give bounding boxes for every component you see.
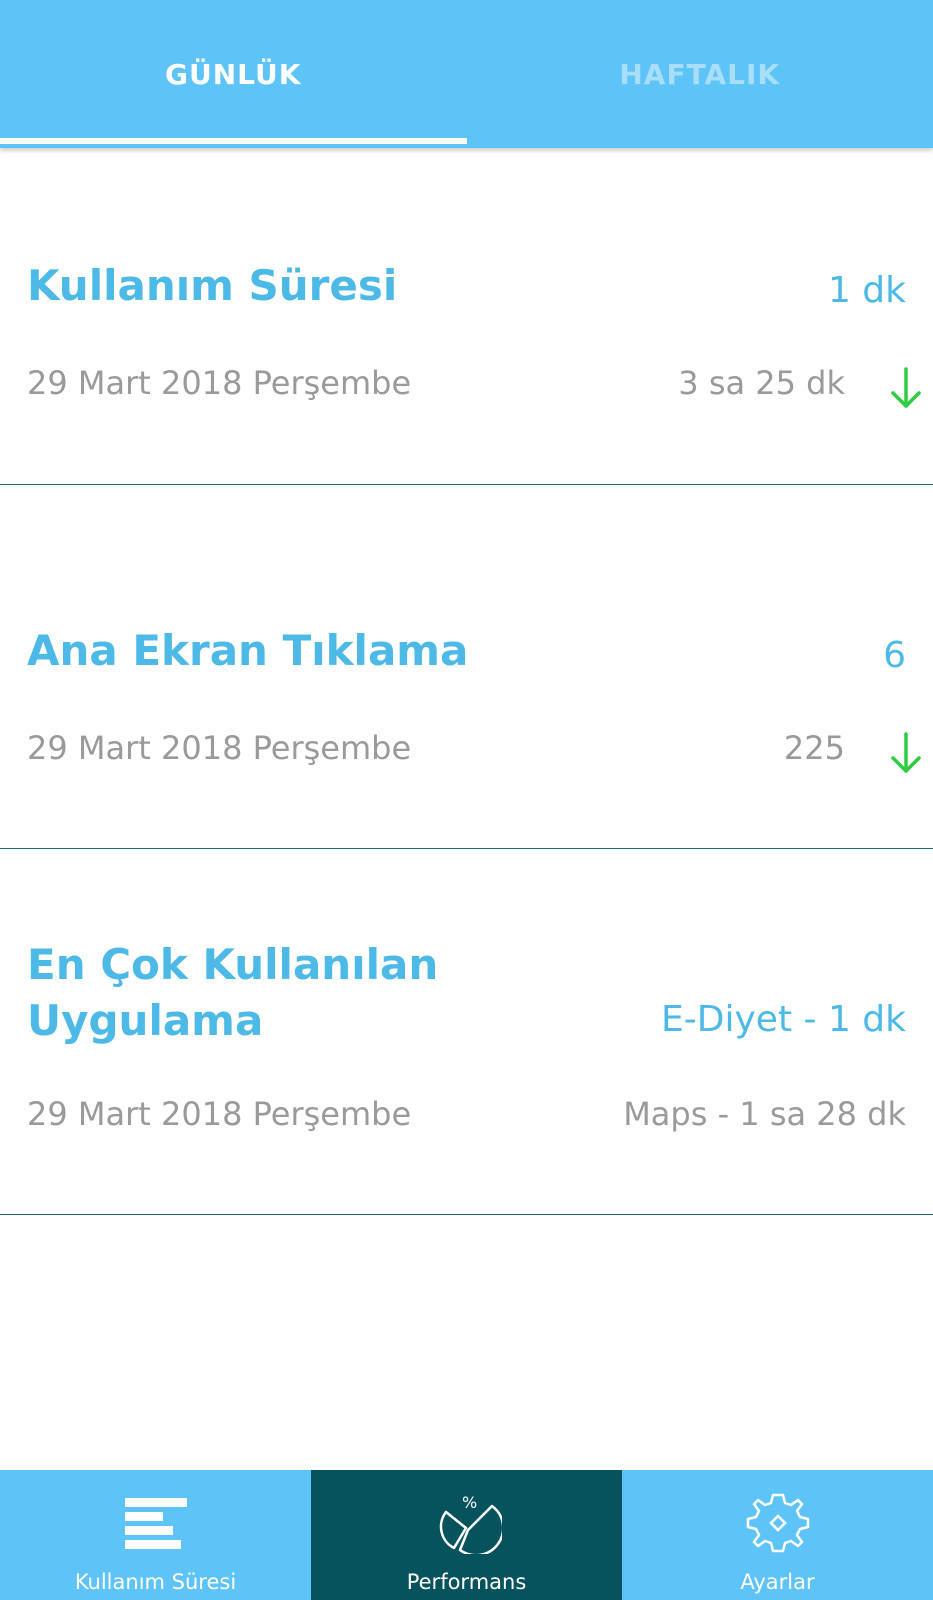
bottom-navigation: Kullanım Süresi % Performans Ayarlar [0, 1470, 933, 1600]
card-value: 1 dk [827, 270, 906, 311]
card-compare-value: Maps - 1 sa 28 dk [623, 1095, 906, 1133]
nav-label: Performans [406, 1570, 527, 1594]
nav-settings[interactable]: Ayarlar [622, 1470, 933, 1600]
arrow-down-icon [891, 367, 921, 408]
tab-daily-label: GÜNLÜK [165, 58, 302, 91]
card-value: E-Diyet - 1 dk [661, 999, 906, 1040]
pie-percent-icon: % [439, 1493, 502, 1554]
tab-weekly[interactable]: HAFTALIK [467, 0, 933, 148]
arrow-down-icon [891, 732, 921, 773]
most-used-app-card: En Çok Kullanılan Uygulama E-Diyet - 1 d… [0, 849, 933, 1215]
svg-text:%: % [462, 1493, 477, 1512]
card-date: 29 Mart 2018 Perşembe [27, 729, 412, 767]
bar-list-icon [124, 1498, 187, 1549]
top-tab-bar: GÜNLÜK HAFTALIK [0, 0, 933, 148]
app-root: GÜNLÜK HAFTALIK Kullanım Süresi 1 dk 29 … [0, 0, 933, 1600]
home-screen-click-card: Ana Ekran Tıklama 6 29 Mart 2018 Perşemb… [0, 485, 933, 849]
gear-icon [746, 1493, 809, 1553]
active-tab-indicator [0, 138, 467, 144]
card-title-line2: Uygulama [27, 996, 264, 1045]
usage-time-card: Kullanım Süresi 1 dk 29 Mart 2018 Perşem… [0, 148, 933, 485]
card-compare-value: 3 sa 25 dk [678, 364, 845, 402]
card-compare-value: 225 [783, 729, 845, 767]
tab-weekly-label: HAFTALIK [619, 58, 781, 91]
card-date: 29 Mart 2018 Perşembe [27, 1095, 412, 1133]
nav-usage-time[interactable]: Kullanım Süresi [0, 1470, 311, 1600]
nav-performance[interactable]: % Performans [311, 1470, 622, 1600]
card-date: 29 Mart 2018 Perşembe [27, 364, 412, 402]
card-title: En Çok Kullanılan Uygulama [27, 937, 438, 1049]
card-title: Ana Ekran Tıklama [27, 626, 469, 675]
nav-label: Kullanım Süresi [74, 1570, 237, 1594]
card-title-line1: En Çok Kullanılan [27, 940, 439, 989]
tab-daily[interactable]: GÜNLÜK [0, 0, 467, 148]
card-value: 6 [883, 635, 906, 676]
nav-label: Ayarlar [740, 1570, 815, 1594]
card-title: Kullanım Süresi [27, 261, 398, 310]
